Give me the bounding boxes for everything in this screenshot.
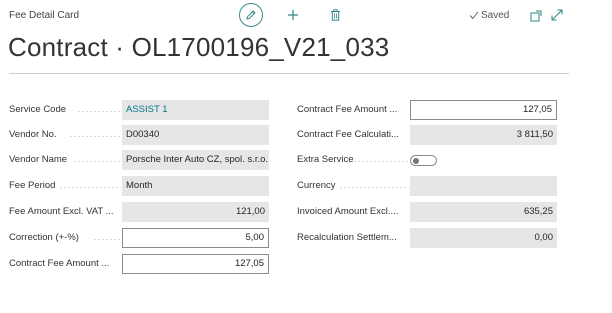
- title-divider: [9, 73, 569, 74]
- toggle-knob: [413, 157, 419, 164]
- field-currency: Currency: [297, 176, 559, 196]
- field-fee-period: Fee Period Month: [9, 176, 271, 196]
- field-contract-fee-amount-left: Contract Fee Amount ... 127,05: [9, 254, 271, 274]
- field-label: Service Code: [9, 104, 67, 115]
- fee-amount-excl-vat-value: 121,00: [122, 202, 269, 222]
- page-title: Contract · OL1700196_V21_033: [8, 32, 390, 62]
- saved-status: Saved: [469, 10, 509, 21]
- field-label: Fee Amount Excl. VAT ...: [9, 206, 114, 217]
- correction-input[interactable]: 5,00: [122, 228, 269, 248]
- field-label: Currency: [297, 180, 336, 191]
- vendor-name-value: Porsche Inter Auto CZ, spol. s.r.o.: [122, 150, 269, 170]
- label-leader: [339, 187, 409, 188]
- label-leader: [69, 136, 121, 137]
- field-label: Fee Period: [9, 180, 56, 191]
- field-label: Recalculation Settlem...: [297, 232, 397, 243]
- new-button[interactable]: [284, 6, 302, 24]
- label-leader: [77, 111, 121, 112]
- open-in-new-window-button[interactable]: [530, 9, 542, 22]
- pencil-icon: [246, 10, 256, 20]
- page-caption: Fee Detail Card: [9, 10, 80, 21]
- edit-button[interactable]: [239, 3, 263, 27]
- popout-icon: [530, 10, 542, 22]
- field-label: Contract Fee Amount ...: [297, 104, 398, 115]
- field-service-code: Service Code ASSIST 1: [9, 100, 271, 120]
- field-invoiced-amount-excl: Invoiced Amount Excl.... 635,25: [297, 202, 559, 222]
- extra-service-toggle[interactable]: [410, 155, 437, 166]
- label-leader: [93, 239, 121, 240]
- field-label: Correction (+-%): [9, 232, 79, 243]
- expand-button[interactable]: [550, 8, 564, 22]
- service-code-value[interactable]: ASSIST 1: [122, 100, 269, 120]
- field-label: Vendor No.: [9, 129, 57, 140]
- recalculation-settlement-value: 0,00: [410, 228, 557, 248]
- label-leader: [73, 161, 121, 162]
- field-fee-amount-excl-vat: Fee Amount Excl. VAT ... 121,00: [9, 202, 271, 222]
- check-icon: [469, 11, 479, 20]
- invoiced-amount-excl-value: 635,25: [410, 202, 557, 222]
- contract-fee-amount-input-right[interactable]: 127,05: [410, 100, 557, 120]
- field-label: Contract Fee Calculati...: [297, 129, 399, 140]
- saved-label: Saved: [481, 10, 510, 21]
- label-leader: [353, 161, 409, 162]
- field-vendor-no: Vendor No. D00340: [9, 125, 271, 145]
- currency-value: [410, 176, 557, 196]
- field-label: Extra Service: [297, 154, 354, 165]
- field-label: Contract Fee Amount ...: [9, 258, 110, 269]
- field-label: Invoiced Amount Excl....: [297, 206, 399, 217]
- fee-period-value: Month: [122, 176, 269, 196]
- expand-icon: [551, 9, 563, 21]
- field-label: Vendor Name: [9, 154, 68, 165]
- field-contract-fee-amount-right: Contract Fee Amount ... 127,05: [297, 100, 559, 120]
- contract-fee-amount-input-left[interactable]: 127,05: [122, 254, 269, 274]
- delete-button[interactable]: [326, 6, 344, 24]
- plus-icon: [288, 10, 298, 20]
- field-extra-service: Extra Service: [297, 150, 559, 170]
- vendor-no-value: D00340: [122, 125, 269, 145]
- trash-icon: [330, 9, 340, 21]
- label-leader: [59, 187, 121, 188]
- contract-fee-calculation-value: 3 811,50: [410, 125, 557, 145]
- field-recalculation-settlement: Recalculation Settlem... 0,00: [297, 228, 559, 248]
- field-vendor-name: Vendor Name Porsche Inter Auto CZ, spol.…: [9, 150, 271, 170]
- field-contract-fee-calculation: Contract Fee Calculati... 3 811,50: [297, 125, 559, 145]
- field-correction: Correction (+-%) 5,00: [9, 228, 271, 248]
